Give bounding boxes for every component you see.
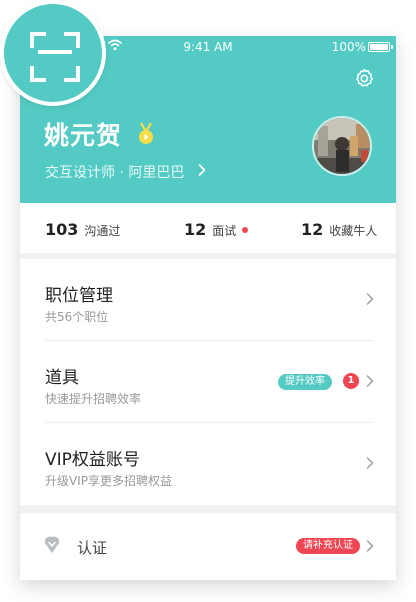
battery-percent: 100% xyxy=(331,40,366,54)
chevron-right-icon xyxy=(366,375,374,387)
chevron-right-icon[interactable] xyxy=(197,164,207,176)
menu-item-title: 道具 xyxy=(45,368,79,388)
avatar[interactable] xyxy=(312,116,372,176)
vip-medal-icon xyxy=(139,122,153,144)
menu-item-job-management[interactable]: 职位管理 共56个职位 xyxy=(45,259,374,341)
stat-contacted[interactable]: 103 沟通过 xyxy=(45,220,120,239)
battery-icon xyxy=(368,42,393,52)
certification-label: 认证 xyxy=(77,539,108,557)
menu-list: 职位管理 共56个职位 道具 快速提升招聘效率 提升效率 1 VIP权益账号 升… xyxy=(20,259,396,505)
screen: 9:41 AM 100% 姚元贺 交互设计师 · 阿里巴巴 103 沟通过 12… xyxy=(0,0,416,602)
gear-icon[interactable] xyxy=(354,68,374,88)
certification-row[interactable]: 认证 请补充认证 xyxy=(20,513,396,580)
menu-item-desc: 快速提升招聘效率 xyxy=(45,392,142,406)
stat-label: 沟通过 xyxy=(84,224,121,238)
stat-value: 103 xyxy=(45,220,79,239)
chevron-right-icon xyxy=(366,540,374,552)
certification-tag: 请补充认证 xyxy=(296,538,360,554)
menu-item-desc: 共56个职位 xyxy=(45,310,109,324)
stats-bar: 103 沟通过 12 面试 12 收藏牛人 xyxy=(20,203,396,259)
menu-item-title: VIP权益账号 xyxy=(45,450,140,470)
profile-name: 姚元贺 xyxy=(44,121,123,150)
efficiency-tag: 提升效率 xyxy=(278,374,332,390)
stat-value: 12 xyxy=(184,220,207,239)
chevron-right-icon xyxy=(366,457,374,469)
count-badge: 1 xyxy=(343,373,359,389)
phone-frame: 9:41 AM 100% 姚元贺 交互设计师 · 阿里巴巴 103 沟通过 12… xyxy=(20,36,396,580)
avatar-photo xyxy=(314,118,370,174)
scan-button[interactable] xyxy=(0,0,106,106)
section-divider xyxy=(20,505,396,513)
menu-item-desc: 升级VIP享更多招聘权益 xyxy=(45,474,172,488)
stat-value: 12 xyxy=(301,220,324,239)
stat-label: 面试 xyxy=(212,224,237,238)
certification-icon xyxy=(45,536,59,553)
profile-subtitle[interactable]: 交互设计师 · 阿里巴巴 xyxy=(45,162,184,182)
notification-dot xyxy=(242,227,249,233)
menu-item-vip-account[interactable]: VIP权益账号 升级VIP享更多招聘权益 xyxy=(45,423,374,505)
scan-icon xyxy=(30,32,80,82)
menu-item-tools[interactable]: 道具 快速提升招聘效率 提升效率 1 xyxy=(45,341,374,423)
stat-favorites[interactable]: 12 收藏牛人 xyxy=(301,220,377,239)
stat-interviews[interactable]: 12 面试 xyxy=(184,220,249,239)
stat-label: 收藏牛人 xyxy=(329,224,378,238)
menu-item-title: 职位管理 xyxy=(45,286,113,306)
chevron-right-icon xyxy=(366,293,374,305)
